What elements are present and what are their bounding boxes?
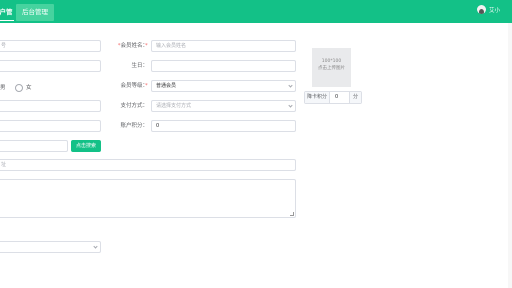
tab-customer-management[interactable]: 客户管理: [0, 4, 14, 21]
chevron-down-icon: [93, 244, 98, 249]
deduct-points-unit: 分: [348, 92, 361, 103]
payment-label: 支付方式：: [120, 103, 148, 109]
tab-backend-management[interactable]: 后台管理: [16, 4, 54, 21]
avatar: [476, 5, 486, 14]
address-input[interactable]: [0, 120, 101, 132]
search-button[interactable]: 点击搜索: [71, 140, 101, 152]
points-input[interactable]: 0: [151, 120, 296, 132]
member-level-value: 普通会员: [156, 83, 177, 89]
payment-select[interactable]: 请选择支付方式: [151, 100, 296, 112]
birthday-input[interactable]: [151, 60, 296, 72]
member-card-input[interactable]: 号: [0, 40, 101, 52]
upload-size-text: 100*100: [321, 59, 342, 64]
chevron-down-icon: [288, 83, 293, 88]
deduct-points-input[interactable]: 0: [330, 92, 349, 103]
referrer-input[interactable]: [0, 140, 68, 152]
required-mark: *: [145, 83, 148, 89]
member-level-select[interactable]: 普通会员: [151, 80, 296, 92]
id-number-input[interactable]: [0, 100, 101, 112]
chevron-down-icon: [288, 103, 293, 108]
user-name: 艾小: [488, 7, 500, 14]
resize-handle[interactable]: [290, 212, 294, 216]
payment-placeholder: 请选择支付方式: [156, 103, 192, 109]
gender-male-label: 男: [0, 85, 6, 91]
member-name-input[interactable]: 输入会员姓名: [151, 40, 296, 52]
member-name-label: *会员姓名：: [117, 43, 148, 49]
birthday-label: 生日：: [131, 63, 148, 69]
notes-textarea[interactable]: [0, 179, 296, 218]
deduct-points-group: 降卡积分 0 分: [304, 91, 362, 104]
top-navigation-bar: 客户管理 后台管理 艾小: [0, 0, 512, 23]
image-upload[interactable]: 100*100 点击上传图片: [312, 48, 351, 87]
gender-female-radio[interactable]: [15, 84, 23, 92]
user-menu[interactable]: 艾小: [476, 5, 500, 14]
phone-input[interactable]: [0, 60, 101, 72]
remark-input[interactable]: 址: [0, 159, 296, 171]
points-label: 账户积分：: [120, 123, 148, 129]
deduct-points-label: 降卡积分: [305, 92, 331, 103]
store-select[interactable]: [0, 241, 101, 253]
gender-female-label: 女: [26, 85, 32, 91]
member-level-label: 会员等级：: [120, 83, 148, 89]
upload-hint: 点击上传图片: [318, 66, 345, 71]
scrollbar[interactable]: [508, 23, 512, 288]
required-mark: *: [145, 43, 148, 49]
